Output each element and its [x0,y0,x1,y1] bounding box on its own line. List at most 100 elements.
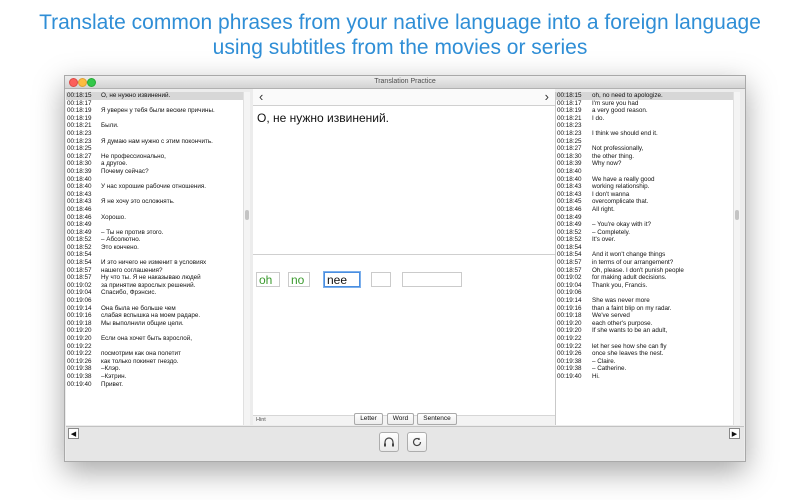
subtitle-row[interactable]: 00:18:52 – Completely. [556,229,739,237]
subtitle-row[interactable]: 00:19:02 for making adult decisions. [556,274,739,282]
answer-word-tile[interactable] [402,272,462,287]
subtitle-row[interactable]: 00:18:46 All right. [556,206,739,214]
subtitle-row[interactable]: 00:19:22 посмотрим как она полетит [66,350,248,358]
subtitle-row[interactable]: 00:18:27 Not professionally, [556,145,739,153]
native-subtitles-list[interactable]: 00:18:15 О, не нужно извинений. 00:18:17 00… [66,92,250,425]
subtitle-row[interactable]: 00:18:40 У нас хорошие рабочие отношения. [66,183,248,191]
subtitle-row[interactable]: 00:18:23 I think we should end it. [556,130,739,138]
subtitle-row[interactable]: 00:19:14 She was never more [556,297,739,305]
subtitle-row[interactable]: 00:18:54 И это ничего не изменит в услови… [66,259,248,267]
hint-word-button[interactable]: Word [387,413,414,425]
subtitle-row[interactable]: 00:18:21 Были. [66,122,248,130]
subtitle-row[interactable]: 00:19:16 слабая вспышка на моем радаре. [66,312,248,320]
subtitle-row[interactable]: 00:18:23 [556,122,739,130]
subtitle-row[interactable]: 00:19:40 Привет. [66,381,248,389]
subtitle-row[interactable]: 00:18:43 [66,191,248,199]
subtitle-row[interactable]: 00:19:26 как только покинет гнездо. [66,358,248,366]
subtitle-row[interactable]: 00:19:38 – Catherine. [556,365,739,373]
scroll-right-icon[interactable]: ▶ [729,428,740,439]
subtitle-row[interactable]: 00:18:54 And it won't change things [556,251,739,259]
subtitle-row[interactable]: 00:19:04 Спасибо, Фрэнсис. [66,289,248,297]
subtitle-row[interactable]: 00:18:46 Хорошо. [66,214,248,222]
subtitle-text: как только покинет гнездо. [101,357,179,365]
subtitle-row[interactable]: 00:18:19 a very good reason. [556,107,739,115]
subtitle-row[interactable]: 00:19:20 Если она хочет быть взрослой, [66,335,248,343]
subtitle-row[interactable]: 00:18:52 Это кончено. [66,244,248,252]
subtitle-row[interactable]: 00:18:40 [556,168,739,176]
answer-word-input[interactable]: nee [324,272,360,287]
subtitle-row[interactable]: 00:19:04 Thank you, Francis. [556,282,739,290]
subtitle-row[interactable]: 00:18:54 [66,251,248,259]
foreign-subtitles-list[interactable]: 00:18:15 oh, no need to apologize. 00:18:1… [555,92,740,425]
subtitle-row[interactable]: 00:18:39 Why now? [556,160,739,168]
subtitle-row[interactable]: 00:19:22 [556,335,739,343]
subtitle-row[interactable]: 00:19:20 each other's purpose. [556,320,739,328]
subtitle-row[interactable]: 00:19:38 –Кэтрин. [66,373,248,381]
subtitle-row[interactable]: 00:18:40 We have a really good [556,176,739,184]
subtitle-row[interactable]: 00:18:57 in terms of our arrangement? [556,259,739,267]
subtitle-row[interactable]: 00:19:38 –Клэр. [66,365,248,373]
subtitle-text: She was never more [592,297,650,305]
subtitle-row[interactable]: 00:19:06 [66,297,248,305]
subtitle-time: 00:18:54 [557,251,582,259]
subtitle-row[interactable]: 00:18:21 I do. [556,115,739,123]
subtitle-row[interactable]: 00:18:23 [66,130,248,138]
subtitle-row[interactable]: 00:18:15 oh, no need to apologize. [556,92,739,100]
subtitle-row[interactable]: 00:18:49 – You're okay with it? [556,221,739,229]
next-phrase-icon[interactable]: › [545,89,549,105]
answer-word-tile[interactable]: oh [256,272,280,287]
subtitle-text: Почему сейчас? [101,167,149,175]
subtitle-row[interactable]: 00:18:19 Я уверен у тебя были веские прич… [66,107,248,115]
subtitle-row[interactable]: 00:18:43 I don't wanna [556,191,739,199]
subtitle-row[interactable]: 00:18:39 Почему сейчас? [66,168,248,176]
answer-word-tile[interactable] [371,272,391,287]
subtitle-row[interactable]: 00:19:02 за принятие взрослых решений. [66,282,248,290]
subtitle-row[interactable]: 00:19:16 than a faint blip on my radar. [556,305,739,313]
subtitle-row[interactable]: 00:19:06 [556,289,739,297]
repeat-button[interactable] [407,432,427,452]
subtitle-row[interactable]: 00:18:57 Oh, please. I don't punish peopl… [556,267,739,275]
subtitle-row[interactable]: 00:18:49 [556,214,739,222]
subtitle-row[interactable]: 00:18:27 Не профессионально, [66,153,248,161]
listen-button[interactable] [379,432,399,452]
subtitle-row[interactable]: 00:19:20 If she wants to be an adult, [556,327,739,335]
subtitle-row[interactable]: 00:18:15 О, не нужно извинений. [66,92,248,100]
subtitle-row[interactable]: 00:18:57 Ну что ты. Я не наказываю людей [66,274,248,282]
previous-phrase-icon[interactable]: ‹ [259,89,263,105]
hint-letter-button[interactable]: Letter [354,413,383,425]
subtitle-row[interactable]: 00:18:25 [556,138,739,146]
subtitle-row[interactable]: 00:18:23 Я думаю нам нужно с этим покончи… [66,138,248,146]
foreign-list-scrollbar[interactable] [733,92,740,425]
subtitle-row[interactable]: 00:18:52 It's over. [556,236,739,244]
subtitle-row[interactable]: 00:19:26 once she leaves the nest. [556,350,739,358]
practice-panel: ‹ › О, не нужно извинений. oh no nee Hint [253,89,555,425]
native-list-scroll-thumb[interactable] [245,210,249,220]
scroll-left-icon[interactable]: ◀ [68,428,79,439]
native-list-scrollbar[interactable] [243,92,250,425]
subtitle-row[interactable]: 00:19:22 [66,343,248,351]
subtitle-row[interactable]: 00:18:49– Ты не против этого. [66,229,248,237]
subtitle-row[interactable]: 00:19:18 Мы выполнили общие цели. [66,320,248,328]
subtitle-row[interactable]: 00:19:38 – Claire. [556,358,739,366]
subtitle-row[interactable]: 00:18:25 [66,145,248,153]
foreign-list-scroll-thumb[interactable] [735,210,739,220]
subtitle-row[interactable]: 00:18:40 [66,176,248,184]
subtitle-row[interactable]: 00:19:40 Hi. [556,373,739,381]
subtitle-row[interactable]: 00:18:46 [66,206,248,214]
subtitle-row[interactable]: 00:19:22 let her see how she can fly [556,343,739,351]
subtitle-row[interactable]: 00:18:45 overcomplicate that. [556,198,739,206]
subtitle-row[interactable]: 00:18:43 working relationship. [556,183,739,191]
subtitle-row[interactable]: 00:18:54 [556,244,739,252]
subtitle-row[interactable]: 00:18:30 а другое. [66,160,248,168]
subtitle-text: слабая вспышка на моем радаре. [101,312,201,320]
subtitle-row[interactable]: 00:18:49 [66,221,248,229]
answer-word-tile[interactable]: no [288,272,310,287]
subtitle-row[interactable]: 00:18:43 Я не хочу это осложнять. [66,198,248,206]
subtitle-row[interactable]: 00:19:20 [66,327,248,335]
hint-sentence-button[interactable]: Sentence [417,413,457,425]
subtitle-row[interactable]: 00:18:17 I'm sure you had [556,100,739,108]
subtitle-row[interactable]: 00:18:19 [66,115,248,123]
subtitle-row[interactable]: 00:18:52 – Абсолютно. [66,236,248,244]
subtitle-row[interactable]: 00:19:18 We've served [556,312,739,320]
subtitle-row[interactable]: 00:18:30 the other thing. [556,153,739,161]
